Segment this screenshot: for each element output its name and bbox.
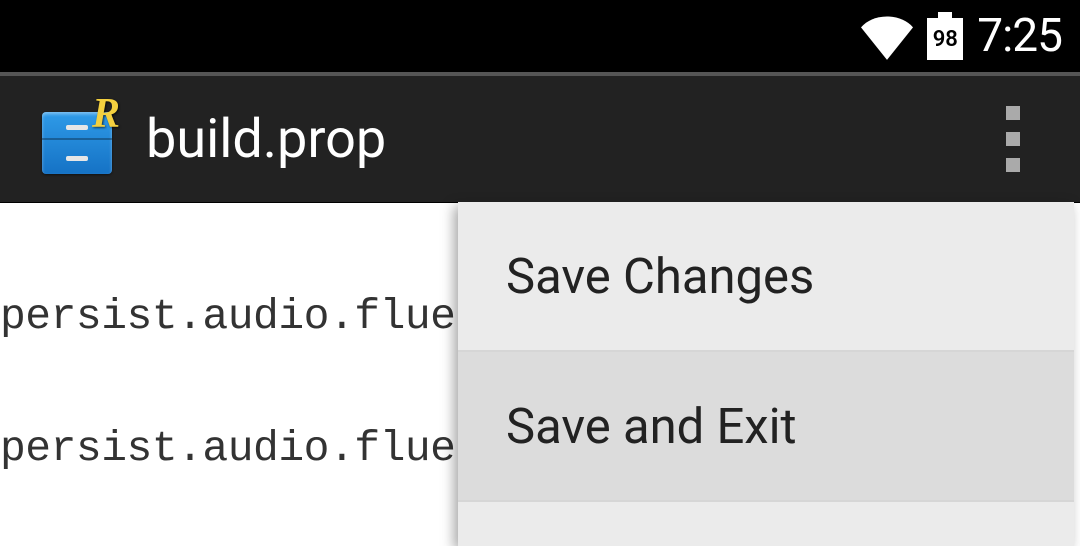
menu-item-label: Save Changes bbox=[506, 248, 814, 305]
page-title: build.prop bbox=[146, 108, 386, 171]
app-bar: R build.prop bbox=[0, 72, 1080, 202]
menu-item-label: Save and Exit bbox=[506, 398, 797, 455]
overflow-menu-button[interactable] bbox=[1006, 106, 1020, 172]
status-bar: 98 7:25 bbox=[0, 0, 1080, 72]
menu-item-save-changes[interactable]: Save Changes bbox=[458, 202, 1074, 352]
wifi-icon bbox=[861, 10, 913, 62]
clock: 7:25 bbox=[977, 9, 1062, 63]
menu-item-save-and-exit[interactable]: Save and Exit bbox=[458, 352, 1074, 502]
battery-level: 98 bbox=[933, 27, 958, 52]
overflow-menu: Save Changes Save and Exit bbox=[458, 202, 1074, 546]
battery-icon: 98 bbox=[927, 12, 963, 60]
app-icon: R bbox=[38, 100, 116, 178]
menu-item-next[interactable] bbox=[458, 502, 1074, 546]
